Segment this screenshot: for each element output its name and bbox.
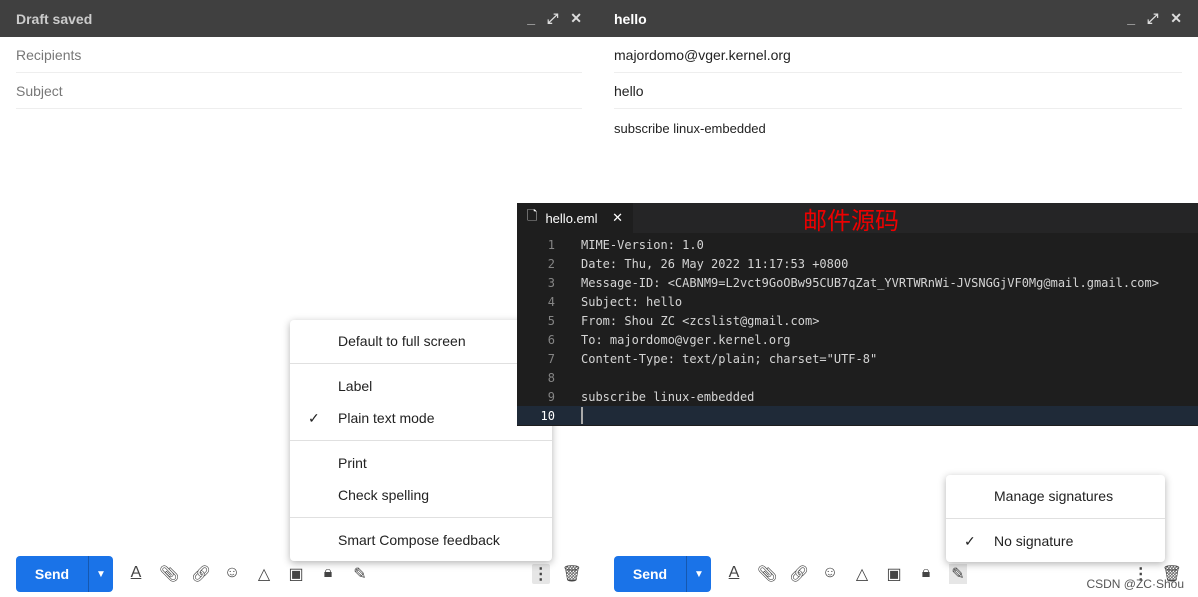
code-line[interactable]: 3 Message-ID: <CABNM9=L2vct9GoOBw95CUB7qZ… [517,273,1198,292]
code-line[interactable]: 2 Date: Thu, 26 May 2022 11:17:53 +0800 [517,254,1198,273]
menu-item-manage-signatures[interactable]: Manage signatures [946,480,1165,512]
line-number: 4 [547,294,555,309]
send-button[interactable]: Send [614,556,686,592]
menu-item-print[interactable]: Print [290,447,552,479]
menu-item-smart-compose-feedback[interactable]: Smart Compose feedback [290,524,552,556]
compose-header: hello _ ⤢ ✕ [598,0,1198,37]
line-text: subscribe linux-embedded [581,389,755,404]
close-icon[interactable]: ✕ [1170,10,1182,27]
code-line[interactable]: 6 To: majordomo@vger.kernel.org [517,330,1198,349]
formatting-icon[interactable]: A [725,564,743,584]
schedule-send-dropdown[interactable]: ▼ [88,556,113,592]
drive-icon[interactable]: △ [853,564,871,584]
message-body[interactable]: subscribe linux-embedded [614,121,1182,136]
photo-icon[interactable]: ▣ [287,564,305,584]
code-line[interactable]: 9 subscribe linux-embedded [517,387,1198,406]
line-text: Subject: hello [581,294,683,309]
checkmark-icon: ✓ [964,532,976,549]
formatting-icon[interactable]: A [127,564,145,584]
line-number: 2 [547,256,555,271]
recipients-input[interactable]: majordomo@vger.kernel.org [614,37,1182,73]
signature-menu: Manage signatures ✓ No signature [946,475,1165,562]
confidential-icon[interactable]: 🔒︎ [917,564,935,584]
annotation-label: 邮件源码 [803,206,899,235]
code-line[interactable]: 1 MIME-Version: 1.0 [517,235,1198,254]
menu-item-full-screen[interactable]: Default to full screen [290,325,552,357]
line-number: 8 [547,370,555,385]
photo-icon[interactable]: ▣ [885,564,903,584]
line-number: 3 [547,275,555,290]
send-button[interactable]: Send [16,556,88,592]
emoji-icon[interactable]: ☺ [821,564,839,584]
menu-item-no-signature[interactable]: ✓ No signature [946,525,1165,557]
code-line[interactable]: 5 From: Shou ZC <zcslist@gmail.com> [517,311,1198,330]
fullscreen-icon[interactable]: ⤢ [1147,10,1158,27]
close-icon[interactable]: ✕ [570,10,582,27]
text-cursor [581,407,583,424]
confidential-icon[interactable]: 🔒︎ [319,564,337,584]
subject-input[interactable]: hello [614,73,1182,109]
code-line[interactable]: 7 Content-Type: text/plain; charset="UTF-… [517,349,1198,368]
attach-icon[interactable]: 📎︎ [757,564,777,584]
link-icon[interactable]: 🔗︎ [789,564,809,584]
compose-toolbar: Send ▼ A 📎︎ 🔗︎ ☺ △ ▣ 🔒︎ ✎ ⋮ 🗑︎ [16,556,582,592]
minimize-icon[interactable]: _ [527,10,535,27]
line-text: Content-Type: text/plain; charset="UTF-8… [581,351,878,366]
code-line[interactable]: 10 [517,406,1198,425]
line-number: 7 [547,351,555,366]
compose-title: hello [614,10,647,27]
line-number: 1 [547,237,555,252]
drive-icon[interactable]: △ [255,564,273,584]
menu-item-plain-text[interactable]: ✓ Plain text mode [290,402,552,434]
line-text: MIME-Version: 1.0 [581,237,704,252]
signature-icon[interactable]: ✎ [351,564,369,584]
line-number: 6 [547,332,555,347]
checkmark-icon: ✓ [308,409,320,426]
file-icon: 🗋 [527,208,538,223]
line-number: 5 [547,313,555,328]
compose-title: Draft saved [16,10,93,27]
watermark: CSDN @ZC·Shou [1086,577,1184,591]
recipients-input[interactable]: Recipients [16,37,582,73]
line-number: 9 [547,389,555,404]
subject-input[interactable]: Subject [16,73,582,109]
minimize-icon[interactable]: _ [1127,10,1135,27]
emoji-icon[interactable]: ☺ [223,564,241,584]
compose-header: Draft saved _ ⤢ ✕ [0,0,598,37]
more-options-menu: Default to full screen Label ✓ Plain text… [290,320,552,561]
more-options-icon[interactable]: ⋮ [531,564,550,584]
line-text: From: Shou ZC <zcslist@gmail.com> [581,313,820,328]
editor-tab[interactable]: 🗋 hello.eml ✕ [517,203,633,233]
line-text: Message-ID: <CABNM9=L2vct9GoOBw95CUB7qZa… [581,275,1159,290]
code-editor: 🗋 hello.eml ✕ 邮件源码 1 MIME-Version: 1.0 2 Date… [517,203,1198,426]
close-tab-icon[interactable]: ✕ [612,210,623,226]
menu-item-label[interactable]: Label [290,370,552,402]
trash-icon[interactable]: 🗑︎ [562,564,582,584]
line-text: To: majordomo@vger.kernel.org [581,332,791,347]
line-text: Date: Thu, 26 May 2022 11:17:53 +0800 [581,256,849,271]
attach-icon[interactable]: 📎︎ [159,564,179,584]
code-line[interactable]: 8 [517,368,1198,387]
code-line[interactable]: 4 Subject: hello [517,292,1198,311]
signature-icon[interactable]: ✎ [949,564,967,584]
link-icon[interactable]: 🔗︎ [191,564,211,584]
menu-item-check-spelling[interactable]: Check spelling [290,479,552,511]
schedule-send-dropdown[interactable]: ▼ [686,556,711,592]
line-number: 10 [540,408,555,423]
fullscreen-icon[interactable]: ⤢ [547,10,558,27]
